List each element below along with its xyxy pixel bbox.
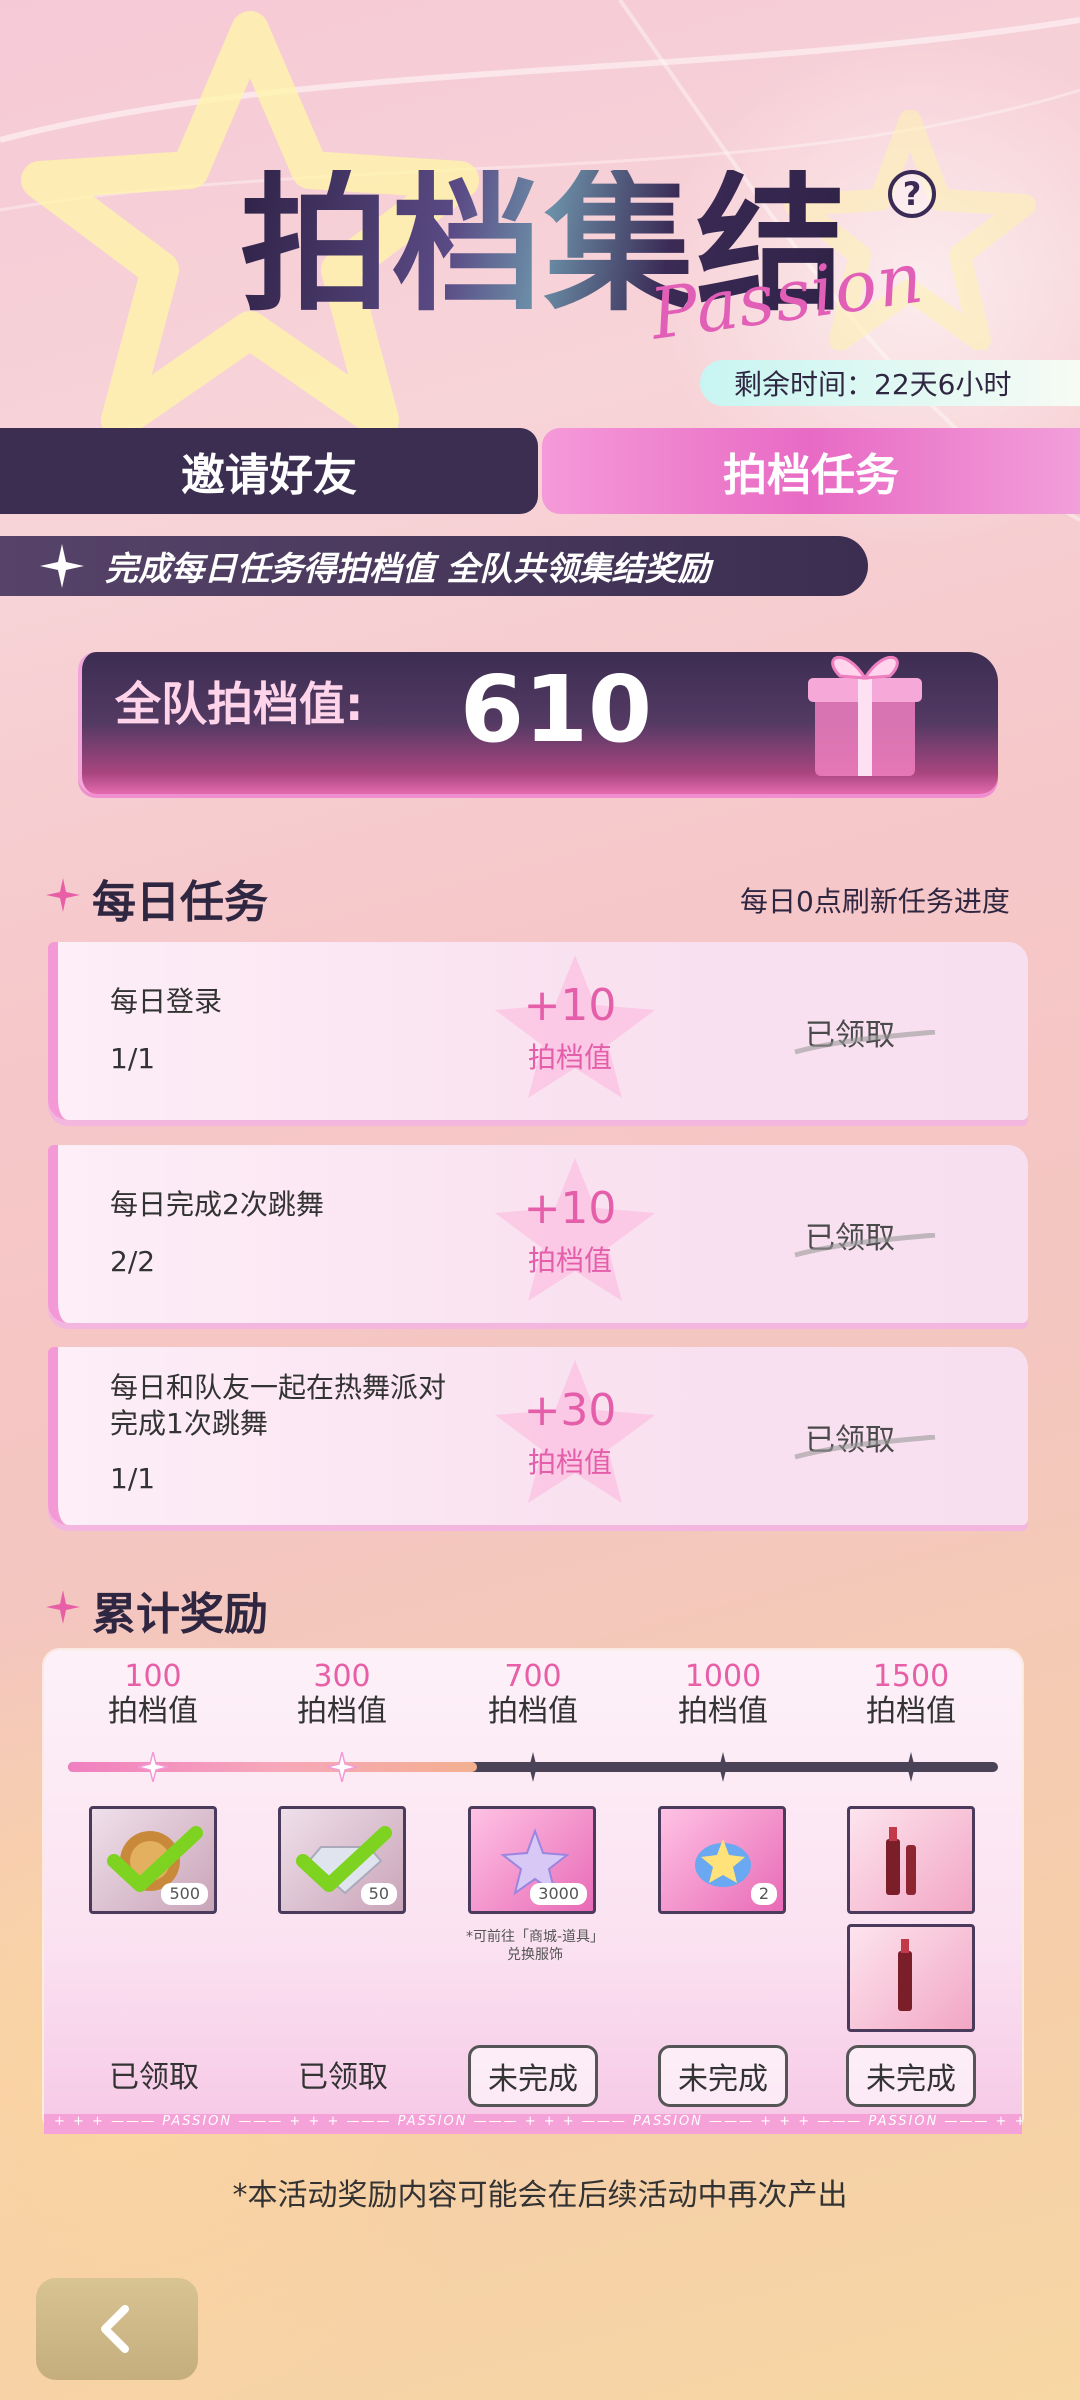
task-reward-value: +10	[523, 980, 617, 1031]
task-reward-value: +30	[523, 1385, 617, 1436]
tab-partner-tasks[interactable]: 拍档任务	[542, 428, 1080, 514]
reward-item-star[interactable]: 3000	[468, 1806, 596, 1914]
milestone-label: 300 拍档值	[297, 1659, 387, 1729]
daily-tasks-title: 每日任务	[92, 877, 268, 928]
milestone-node-icon	[896, 1752, 926, 1782]
progress-fill	[68, 1762, 477, 1772]
reward-qty: 500	[161, 1883, 208, 1905]
task-reward-unit: 拍档值	[527, 1446, 612, 1479]
disclaimer-text: *本活动奖励内容可能会在后续活动中再次产出	[232, 2178, 848, 2213]
swoosh-decoration	[794, 1030, 936, 1055]
task-progress: 1/1	[110, 1042, 156, 1075]
milestone-incomplete-button[interactable]: 未完成	[846, 2045, 976, 2107]
milestone-label: 100 拍档值	[108, 1659, 198, 1729]
milestone-node-reached-icon	[138, 1752, 168, 1782]
reward-item-coin[interactable]: 500	[89, 1806, 217, 1914]
reward-item-lipstick[interactable]	[847, 1806, 975, 1914]
task-reward-unit: 拍档值	[527, 1244, 612, 1277]
reward-item-diamond[interactable]: 50	[278, 1806, 406, 1914]
reward-item-badge[interactable]: 2	[658, 1806, 786, 1914]
help-button[interactable]: ?	[888, 170, 936, 218]
back-button[interactable]	[36, 2278, 198, 2380]
sparkle-icon	[40, 544, 84, 588]
milestone-node-reached-icon	[327, 1752, 357, 1782]
chevron-left-icon	[101, 2305, 129, 2353]
milestone-incomplete-button[interactable]: 未完成	[468, 2045, 598, 2107]
task-progress: 2/2	[110, 1245, 156, 1278]
banner-text: 完成每日任务得拍档值 全队共领集结奖励	[105, 549, 711, 588]
milestone-label: 1500 拍档值	[866, 1659, 956, 1729]
swoosh-decoration	[794, 1435, 936, 1460]
refresh-note: 每日0点刷新任务进度	[740, 885, 1010, 918]
cumulative-rewards-title: 累计奖励	[92, 1589, 268, 1640]
reward-item-lipstick[interactable]	[847, 1924, 975, 2032]
milestone-incomplete-button[interactable]: 未完成	[658, 2045, 788, 2107]
reward-qty: 50	[360, 1883, 397, 1905]
task-reward-value: +10	[523, 1183, 617, 1234]
reward-qty: 2	[750, 1883, 777, 1905]
task-name: 每日完成2次跳舞	[110, 1188, 324, 1221]
milestone-status-claimed: 已领取	[298, 2060, 388, 2095]
gift-icon	[808, 656, 922, 776]
task-reward-unit: 拍档值	[527, 1041, 612, 1074]
team-score-value: 610	[460, 656, 653, 763]
sparkle-icon	[46, 878, 80, 912]
panel-footer-decoration: + + + ——— PASSION ——— + + + ——— PASSION …	[44, 2114, 1022, 2134]
reward-qty: 3000	[530, 1883, 587, 1905]
milestone-label: 700 拍档值	[488, 1659, 578, 1729]
task-name: 每日和队友一起在热舞派对 完成1次跳舞	[110, 1371, 447, 1441]
task-name: 每日登录	[110, 985, 223, 1018]
countdown-timer: 剩余时间：22天6小时	[700, 360, 1080, 406]
sparkle-icon	[46, 1590, 80, 1624]
milestone-status-claimed: 已领取	[109, 2060, 199, 2095]
tab-invite-friends[interactable]: 邀请好友	[0, 428, 538, 514]
lipstick-icon	[886, 1827, 916, 1895]
milestone-label: 1000 拍档值	[678, 1659, 768, 1729]
milestone-node-icon	[708, 1752, 738, 1782]
info-banner: 完成每日任务得拍档值 全队共领集结奖励	[0, 536, 868, 596]
milestone-node-icon	[518, 1752, 548, 1782]
team-score-label: 全队拍档值:	[115, 677, 364, 731]
lipstick-icon	[898, 1939, 912, 2011]
swoosh-decoration	[794, 1233, 936, 1258]
task-progress: 1/1	[110, 1462, 156, 1495]
exchange-note: *可前往「商城-道具」 兑换服饰	[465, 1929, 605, 1964]
